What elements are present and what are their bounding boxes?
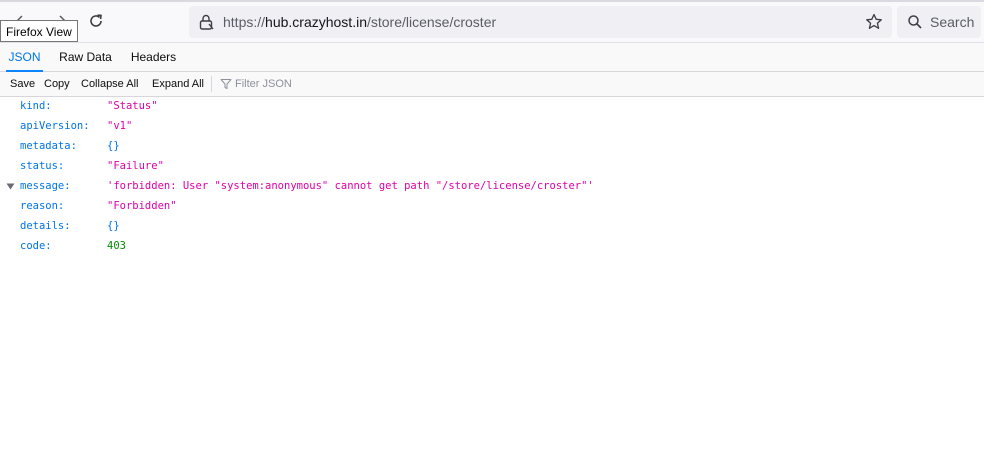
json-row-details[interactable]: details: {} [0,216,984,236]
url-text[interactable]: https://hub.crazyhost.in/store/license/c… [223,14,496,30]
search-icon [908,15,922,29]
json-row-reason[interactable]: reason: "Forbidden" [0,196,984,216]
filter-icon [220,79,232,89]
firefox-view-tooltip: Firefox View [0,20,78,42]
lock-icon[interactable] [197,13,215,31]
json-row-code[interactable]: code: 403 [0,236,984,256]
json-key: metadata: [20,140,77,152]
json-value: "Status" [107,100,158,112]
tab-headers[interactable]: Headers [128,43,179,71]
json-key: status: [20,160,65,172]
json-toolbar: Save Copy Collapse All Expand All Filter… [0,72,984,97]
search-button[interactable]: Search [897,6,981,38]
json-value: {} [107,220,120,232]
url-path: /store/license/croster [366,14,497,30]
json-row-message[interactable]: message: 'forbidden: User "system:anonym… [0,176,984,196]
json-key: details: [20,220,71,232]
json-row-status[interactable]: status: "Failure" [0,156,984,176]
copy-button[interactable]: Copy [44,72,70,96]
expand-triangle-icon[interactable] [6,183,15,190]
json-tree: kind: "Status" apiVersion: "v1" metadata… [0,96,984,256]
tab-json[interactable]: JSON [6,43,43,72]
address-bar[interactable]: https://hub.crazyhost.in/store/license/c… [189,6,892,38]
url-scheme: https:// [223,14,266,30]
json-row-metadata[interactable]: metadata: {} [0,136,984,156]
tab-raw-data[interactable]: Raw Data [57,43,114,71]
bookmark-star-icon[interactable] [864,12,884,32]
json-value: "Forbidden" [107,200,177,212]
filter-json-input[interactable]: Filter JSON [235,72,292,96]
json-row-apiversion[interactable]: apiVersion: "v1" [0,116,984,136]
json-key: message: [20,180,71,192]
reload-button[interactable] [84,9,108,33]
json-value: "Failure" [107,160,164,172]
tab-strip-edge [0,0,984,2]
json-key: apiVersion: [20,120,90,132]
save-button[interactable]: Save [10,72,35,96]
collapse-all-button[interactable]: Collapse All [81,72,138,96]
json-value: "v1" [107,120,133,132]
json-row-kind[interactable]: kind: "Status" [0,96,984,116]
toolbar-divider [211,76,212,92]
viewer-tabs: JSON Raw Data Headers [0,43,984,72]
json-value: {} [107,140,120,152]
json-value: 'forbidden: User "system:anonymous" cann… [107,180,594,192]
json-key: reason: [20,200,65,212]
browser-toolbar: https://hub.crazyhost.in/store/license/c… [0,0,984,43]
search-label: Search [930,14,975,30]
reload-icon [90,14,102,27]
url-host: hub.crazyhost.in [265,14,367,30]
json-key: code: [20,240,52,252]
expand-all-button[interactable]: Expand All [152,72,204,96]
json-key: kind: [20,100,52,112]
json-value: 403 [107,240,126,252]
